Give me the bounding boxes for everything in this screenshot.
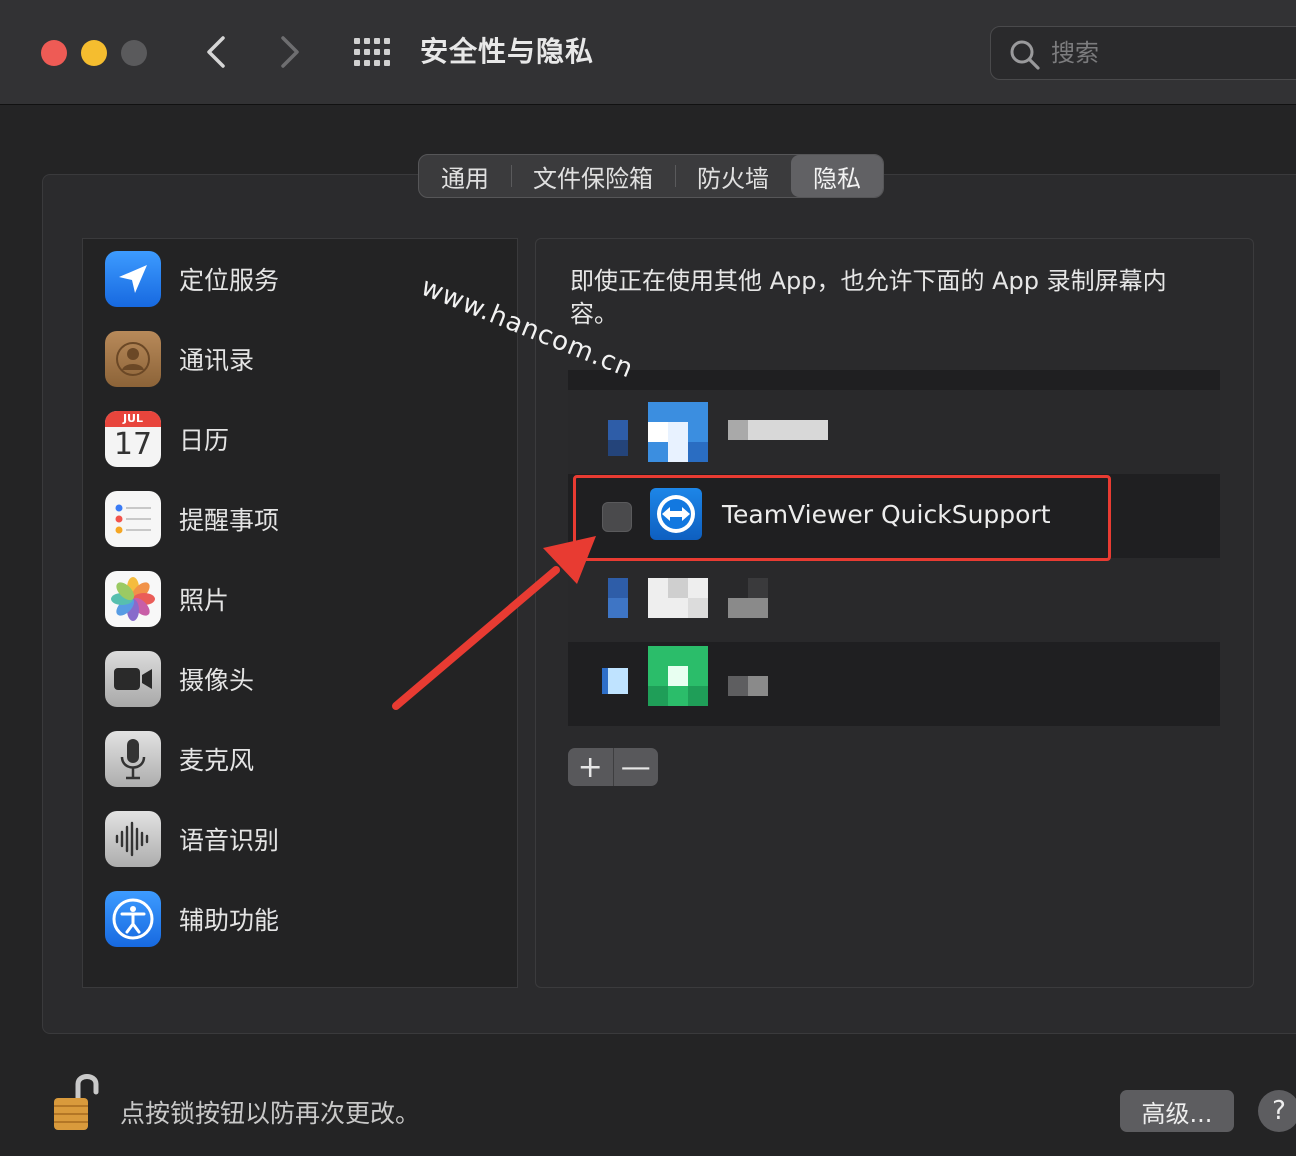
tab-bar: 通用 文件保险箱 防火墙 隐私 — [418, 154, 884, 198]
blurred-app-icon — [648, 402, 708, 462]
system-preferences-window: 安全性与隐私 通用 文件保险箱 防火墙 隐私 定位服务 通讯录 JUL — [0, 0, 1296, 1156]
add-app-button[interactable]: + — [568, 748, 613, 786]
calendar-month: JUL — [105, 411, 161, 427]
search-field[interactable] — [990, 26, 1296, 80]
permission-description: 即使正在使用其他 App，也允许下面的 App 录制屏幕内容。 — [570, 267, 1167, 328]
calendar-day: 17 — [113, 427, 153, 462]
sidebar-item-label: 辅助功能 — [179, 906, 280, 935]
sidebar-item-label: 麦克风 — [179, 746, 255, 775]
blurred-pixel — [608, 598, 628, 618]
photos-icon — [105, 571, 161, 627]
camera-icon — [105, 651, 161, 707]
help-button[interactable]: ? — [1258, 1090, 1296, 1132]
sidebar-item-label: 日历 — [179, 426, 230, 455]
blurred-pixel — [602, 668, 608, 694]
sidebar-item-reminders[interactable]: 提醒事项 — [105, 489, 279, 549]
list-item[interactable] — [568, 558, 1220, 642]
contacts-icon — [105, 331, 161, 387]
sidebar-item-label: 摄像头 — [179, 666, 255, 695]
blurred-app-icon — [648, 646, 708, 706]
teamviewer-app-name: TeamViewer QuickSupport — [722, 500, 1051, 529]
blurred-app-icon — [648, 578, 708, 618]
sidebar-item-camera[interactable]: 摄像头 — [105, 649, 254, 709]
tab-general[interactable]: 通用 — [419, 155, 511, 197]
sidebar-item-accessibility[interactable]: 辅助功能 — [105, 889, 279, 949]
sidebar-item-label: 定位服务 — [179, 266, 280, 295]
advanced-button[interactable]: 高级... — [1120, 1090, 1234, 1132]
teamviewer-icon — [650, 488, 702, 540]
partial-app-icon — [648, 370, 708, 380]
location-arrow-icon — [105, 251, 161, 307]
window-title: 安全性与隐私 — [420, 35, 595, 68]
speech-recognition-icon — [105, 811, 161, 867]
blurred-pixel — [608, 440, 628, 456]
sidebar-item-contacts[interactable]: 通讯录 — [105, 329, 254, 389]
forward-button[interactable] — [270, 30, 310, 74]
remove-app-button[interactable]: — — [612, 748, 659, 786]
blurred-pixel — [748, 578, 768, 598]
blurred-app-name — [728, 598, 768, 618]
minimize-window-button[interactable] — [81, 40, 107, 66]
checkbox[interactable] — [608, 578, 628, 598]
search-icon — [1010, 40, 1040, 70]
sidebar-item-label: 语音识别 — [179, 826, 280, 855]
back-button[interactable] — [196, 30, 236, 74]
lock-hint-text: 点按锁按钮以防再次更改。 — [120, 1099, 421, 1128]
sidebar-item-label: 提醒事项 — [179, 506, 280, 535]
list-item[interactable] — [568, 390, 1220, 474]
blurred-pixel — [728, 420, 748, 440]
title-bar: 安全性与隐私 — [0, 0, 1296, 105]
sidebar-item-microphone[interactable]: 麦克风 — [105, 729, 254, 789]
tab-filevault[interactable]: 文件保险箱 — [511, 155, 675, 197]
blurred-pixel — [728, 676, 748, 696]
chevron-left-icon — [207, 36, 225, 68]
sidebar-item-location[interactable]: 定位服务 — [105, 249, 279, 309]
add-remove-control: + — — [568, 748, 658, 786]
privacy-category-list: 定位服务 通讯录 JUL 17 日历 提醒事项 照片 摄像头 麦克风 语音识别 … — [82, 238, 518, 988]
close-window-button[interactable] — [41, 40, 67, 66]
accessibility-icon — [105, 891, 161, 947]
reminders-icon — [105, 491, 161, 547]
calendar-icon: JUL 17 — [105, 411, 161, 467]
sidebar-item-label: 照片 — [179, 586, 230, 615]
checkbox[interactable] — [608, 420, 628, 440]
list-item-teamviewer[interactable]: TeamViewer QuickSupport — [568, 474, 1220, 558]
unlocked-padlock-icon[interactable] — [50, 1070, 102, 1134]
chevron-right-icon — [281, 36, 299, 68]
show-all-grid-icon[interactable] — [352, 36, 392, 68]
list-item[interactable] — [568, 642, 1220, 726]
tab-privacy[interactable]: 隐私 — [791, 155, 883, 197]
app-list[interactable]: TeamViewer QuickSupport — [568, 370, 1220, 726]
zoom-window-button[interactable] — [121, 40, 147, 66]
teamviewer-checkbox[interactable] — [602, 502, 632, 532]
tab-firewall[interactable]: 防火墙 — [675, 155, 791, 197]
sidebar-item-speech-recognition[interactable]: 语音识别 — [105, 809, 279, 869]
search-input[interactable] — [1049, 35, 1293, 71]
microphone-icon — [105, 731, 161, 787]
sidebar-item-calendar[interactable]: JUL 17 日历 — [105, 409, 229, 469]
sidebar-item-label: 通讯录 — [179, 346, 255, 375]
sidebar-item-photos[interactable]: 照片 — [105, 569, 229, 629]
